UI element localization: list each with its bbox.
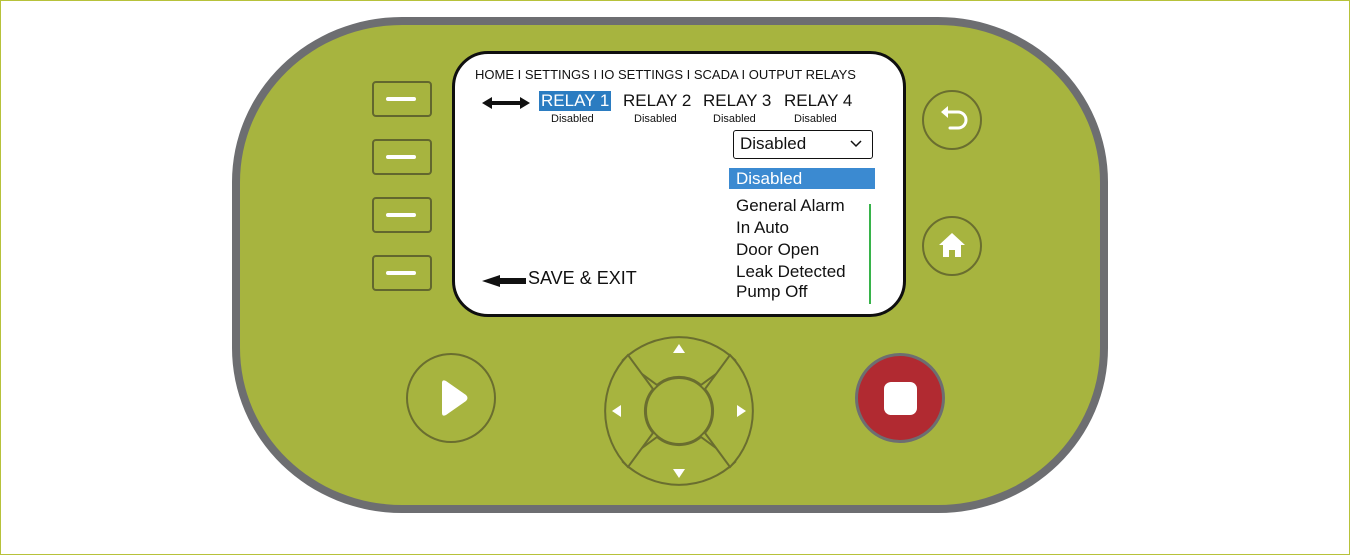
- chevron-down-icon: [850, 140, 862, 148]
- breadcrumb: HOME I SETTINGS I IO SETTINGS I SCADA I …: [475, 67, 856, 82]
- lcd-screen: HOME I SETTINGS I IO SETTINGS I SCADA I …: [452, 51, 906, 317]
- relay-tab-1[interactable]: RELAY 1: [539, 91, 612, 111]
- option-leak-detected[interactable]: Leak Detected: [736, 261, 846, 282]
- relay-tab-2[interactable]: RELAY 2: [623, 91, 691, 111]
- left-right-arrow-icon: [482, 97, 530, 109]
- save-exit-label: SAVE & EXIT: [528, 268, 637, 288]
- home-button[interactable]: [922, 216, 982, 276]
- relay-status-3: Disabled: [713, 113, 756, 125]
- option-in-auto[interactable]: In Auto: [736, 217, 789, 238]
- soft-key-1[interactable]: [372, 81, 432, 117]
- home-icon: [939, 233, 965, 257]
- back-arrow-icon: [941, 106, 968, 130]
- soft-key-2[interactable]: [372, 139, 432, 175]
- relay-mode-select[interactable]: Disabled: [733, 130, 873, 159]
- play-button[interactable]: [406, 353, 496, 443]
- soft-key-3[interactable]: [372, 197, 432, 233]
- soft-key-4[interactable]: [372, 255, 432, 291]
- relay-status-2: Disabled: [634, 113, 677, 125]
- option-door-open[interactable]: Door Open: [736, 239, 819, 260]
- relay-status-4: Disabled: [794, 113, 837, 125]
- relay-tab-4[interactable]: RELAY 4: [784, 91, 852, 111]
- back-button[interactable]: [922, 90, 982, 150]
- relay-tab-3[interactable]: RELAY 3: [703, 91, 771, 111]
- option-disabled[interactable]: Disabled: [729, 168, 875, 189]
- options-scrollbar[interactable]: [869, 204, 871, 304]
- option-general-alarm[interactable]: General Alarm: [736, 195, 845, 216]
- relay-status-1: Disabled: [551, 113, 594, 125]
- stop-button[interactable]: [855, 353, 945, 443]
- arrow-left-icon: [482, 275, 526, 287]
- dpad-center-button[interactable]: [645, 377, 713, 445]
- play-icon: [442, 380, 468, 416]
- option-pump-off[interactable]: Pump Off: [736, 281, 808, 302]
- select-value: Disabled: [740, 134, 807, 153]
